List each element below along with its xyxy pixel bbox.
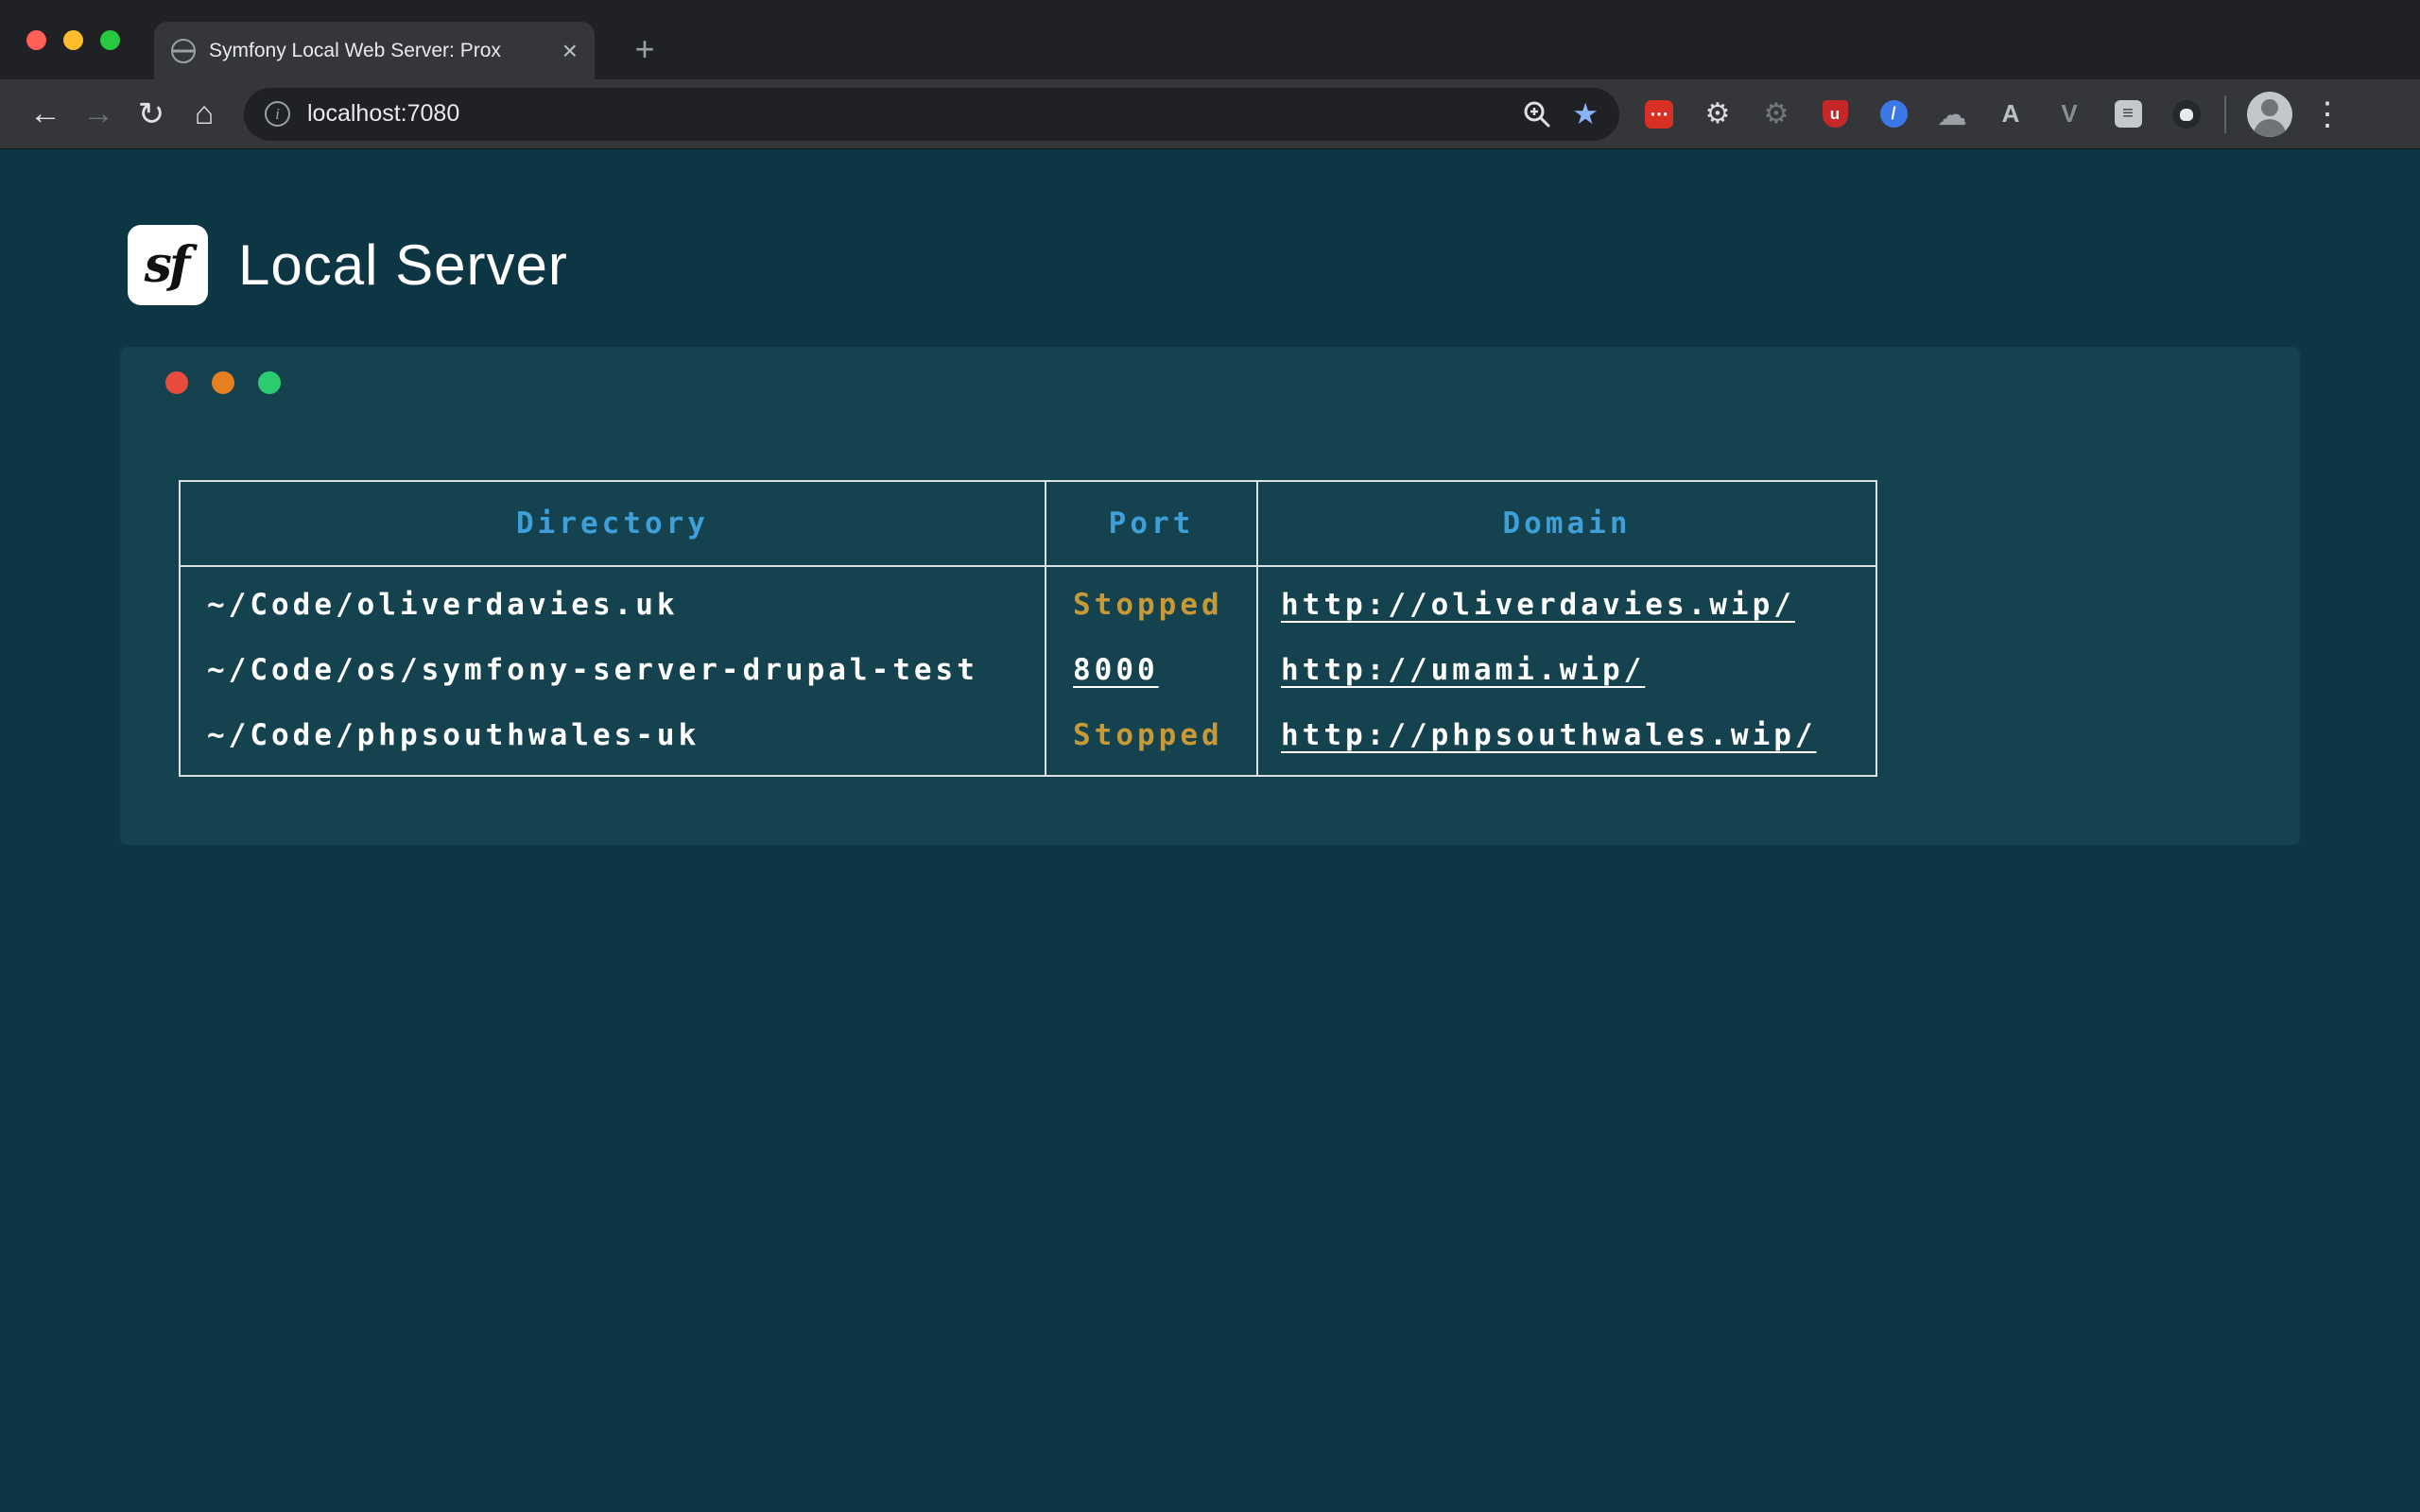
domain-link[interactable]: http://phpsouthwales.wip/	[1281, 718, 1817, 752]
browser-tab[interactable]: Symfony Local Web Server: Prox ×	[154, 22, 595, 79]
symfony-logo-text: sf	[145, 236, 192, 294]
blue-circle-extension-icon[interactable]: /	[1878, 99, 1909, 129]
domain-link[interactable]: http://oliverdavies.wip/	[1281, 588, 1795, 622]
browser-toolbar: ← → ↻ ⌂ i localhost:7080 ★ ⋯ ⚙ ⚙ u / ☁ A…	[0, 79, 2420, 149]
zoom-icon[interactable]	[1521, 98, 1553, 130]
column-header-port: Port	[1046, 481, 1257, 566]
column-header-directory: Directory	[180, 481, 1046, 566]
page-body: sf Local Server Directory Port Domain	[0, 149, 2420, 1512]
extensions-bar: ⋯ ⚙ ⚙ u / ☁ A V ≡	[1644, 99, 2202, 129]
page-title: Local Server	[238, 232, 568, 298]
table-row: ~/Code/oliverdavies.uk Stopped http://ol…	[180, 566, 1876, 638]
red-dots-extension-icon[interactable]: ⋯	[1644, 99, 1674, 129]
letter-a-extension-icon[interactable]: A	[1996, 99, 2026, 129]
back-icon[interactable]: ←	[19, 95, 72, 132]
servers-table: Directory Port Domain ~/Code/oliverdavie…	[179, 480, 1877, 777]
new-tab-button[interactable]: +	[624, 28, 666, 70]
panel-red-dot	[165, 371, 188, 394]
address-text: localhost:7080	[307, 100, 1521, 128]
panel-window-dots	[165, 371, 2300, 394]
site-info-icon[interactable]: i	[265, 101, 290, 127]
browser-menu-icon[interactable]: ⋮	[2311, 95, 2343, 133]
window-controls	[26, 30, 120, 50]
directory-cell: ~/Code/os/symfony-server-drupal-test	[180, 638, 1046, 703]
table-row: ~/Code/os/symfony-server-drupal-test 800…	[180, 638, 1876, 703]
directory-cell: ~/Code/phpsouthwales-uk	[180, 703, 1046, 775]
toolbar-separator	[2224, 95, 2226, 133]
profile-avatar[interactable]	[2247, 92, 2292, 137]
tab-strip: Symfony Local Web Server: Prox × +	[0, 0, 2420, 79]
port-status: Stopped	[1073, 588, 1223, 622]
panel-orange-dot	[212, 371, 234, 394]
window-zoom-button[interactable]	[100, 30, 120, 50]
column-header-domain: Domain	[1257, 481, 1876, 566]
light-square-extension-icon[interactable]: ≡	[2113, 99, 2143, 129]
ublock-shield-icon[interactable]: u	[1820, 99, 1850, 129]
server-panel: Directory Port Domain ~/Code/oliverdavie…	[120, 347, 2300, 845]
port-link[interactable]: 8000	[1073, 653, 1159, 687]
dark-gear-extension-icon[interactable]: ⚙	[1761, 99, 1791, 129]
symfony-logo: sf	[128, 225, 208, 305]
tab-close-icon[interactable]: ×	[562, 38, 578, 64]
table-header-row: Directory Port Domain	[180, 481, 1876, 566]
window-minimize-button[interactable]	[63, 30, 83, 50]
forward-icon[interactable]: →	[72, 95, 125, 132]
github-octocat-icon[interactable]	[2171, 99, 2202, 129]
letter-v-extension-icon[interactable]: V	[2054, 99, 2084, 129]
tab-title: Symfony Local Web Server: Prox	[209, 40, 549, 62]
port-status: Stopped	[1073, 718, 1223, 752]
directory-cell: ~/Code/oliverdavies.uk	[180, 566, 1046, 638]
address-bar[interactable]: i localhost:7080 ★	[244, 88, 1619, 141]
table-row: ~/Code/phpsouthwales-uk Stopped http://p…	[180, 703, 1876, 775]
home-icon[interactable]: ⌂	[178, 95, 231, 132]
tab-favicon	[171, 39, 196, 63]
gear-extension-icon[interactable]: ⚙	[1703, 99, 1733, 129]
domain-link[interactable]: http://umami.wip/	[1281, 653, 1645, 687]
page-header: sf Local Server	[0, 149, 2420, 305]
bookmark-star-icon[interactable]: ★	[1572, 99, 1599, 129]
panel-green-dot	[258, 371, 281, 394]
cloud-extension-icon[interactable]: ☁	[1937, 99, 1967, 129]
reload-icon[interactable]: ↻	[125, 95, 178, 133]
window-close-button[interactable]	[26, 30, 46, 50]
